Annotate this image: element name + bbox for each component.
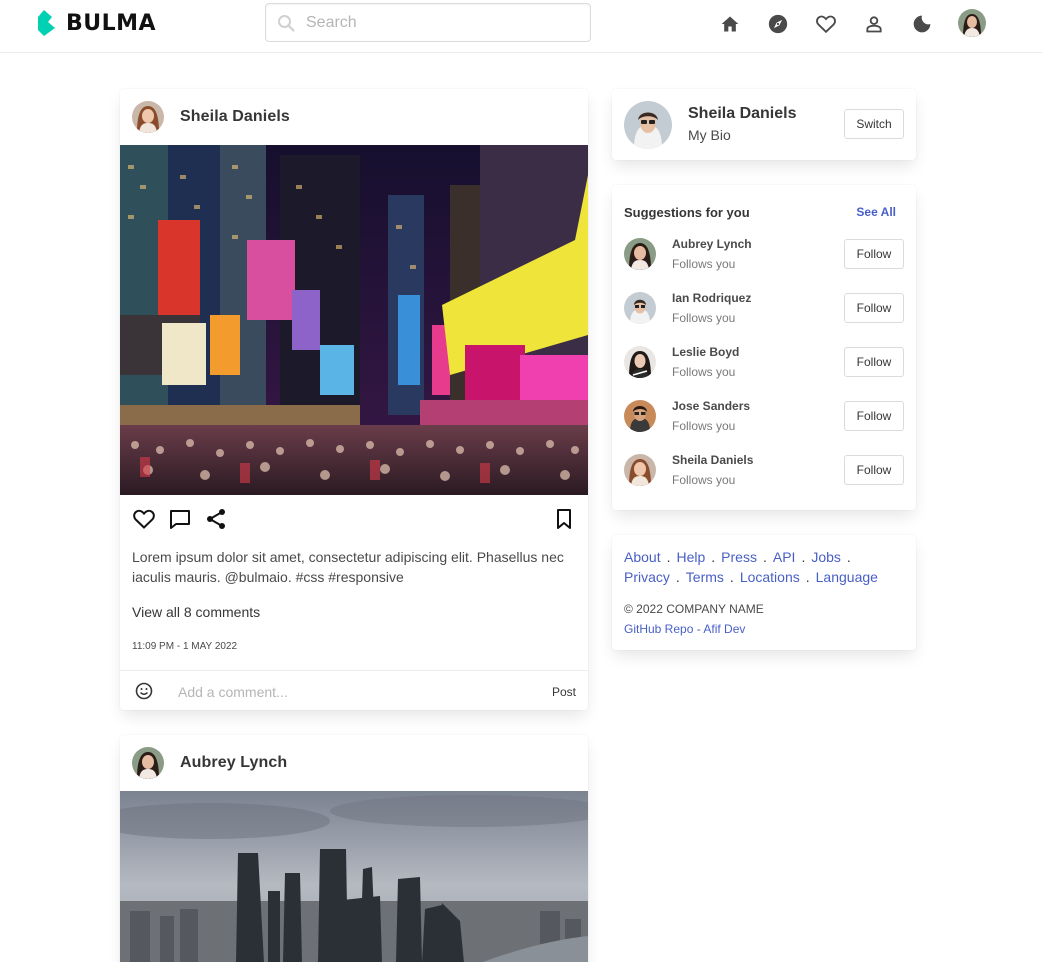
suggestion-item: Sheila Daniels Follows you Follow <box>624 453 904 493</box>
user-icon[interactable] <box>862 12 886 36</box>
suggestion-item: Aubrey Lynch Follows you Follow <box>624 237 904 277</box>
post-timestamp: 11:09 PM - 1 MAY 2022 <box>132 641 238 652</box>
suggestion-item: Leslie Boyd Follows you Follow <box>624 345 904 385</box>
emoji-icon[interactable] <box>135 682 153 700</box>
footer-link-help[interactable]: Help <box>676 549 705 565</box>
footer-card: About. Help. Press. API. Jobs. Privacy. Terms… <box>612 535 916 650</box>
like-heart-icon[interactable] <box>132 507 156 531</box>
nav-icons <box>718 9 986 37</box>
post-caption: Lorem ipsum dolor sit amet, consectetur … <box>132 549 564 585</box>
separator: . <box>762 549 767 565</box>
avatar[interactable] <box>624 454 656 486</box>
share-icon[interactable] <box>204 507 228 531</box>
avatar[interactable] <box>132 101 164 133</box>
suggestion-subtitle: Follows you <box>672 311 736 325</box>
credit-link[interactable]: GitHub Repo - Afif Dev <box>624 622 745 636</box>
brand-name: BULMA <box>66 10 157 36</box>
avatar[interactable] <box>132 747 164 779</box>
separator: . <box>846 549 851 565</box>
post-author-name[interactable]: Aubrey Lynch <box>180 754 287 772</box>
footer-link-press[interactable]: Press <box>721 549 757 565</box>
follow-button[interactable]: Follow <box>844 347 904 377</box>
separator: . <box>801 549 806 565</box>
search-input[interactable] <box>306 4 586 41</box>
avatar[interactable] <box>958 9 986 37</box>
post-image <box>120 791 588 962</box>
suggestion-subtitle: Follows you <box>672 473 736 487</box>
post-author-name[interactable]: Sheila Daniels <box>180 108 290 126</box>
separator: . <box>805 569 810 585</box>
post-image <box>120 145 588 495</box>
comment-bar: Post <box>120 670 588 712</box>
heart-icon[interactable] <box>814 12 838 36</box>
follow-button[interactable]: Follow <box>844 455 904 485</box>
top-navbar: BULMA <box>0 0 1042 53</box>
footer-link-api[interactable]: API <box>773 549 796 565</box>
brand-logo[interactable]: BULMA <box>38 9 156 37</box>
post-card: Aubrey Lynch <box>120 735 588 962</box>
profile-bio: My Bio <box>688 127 731 143</box>
suggestion-name[interactable]: Aubrey Lynch <box>672 237 752 251</box>
suggestion-name[interactable]: Sheila Daniels <box>672 453 753 467</box>
suggestion-item: Ian Rodriquez Follows you Follow <box>624 291 904 331</box>
separator: . <box>711 549 716 565</box>
separator: . <box>729 569 734 585</box>
comment-icon[interactable] <box>168 507 192 531</box>
follow-button[interactable]: Follow <box>844 239 904 269</box>
profile-name[interactable]: Sheila Daniels <box>688 105 797 123</box>
separator: . <box>675 569 680 585</box>
view-comments-link[interactable]: View all 8 comments <box>132 604 260 620</box>
search-icon <box>278 15 295 32</box>
suggestion-name[interactable]: Jose Sanders <box>672 399 750 413</box>
switch-button[interactable]: Switch <box>844 109 904 139</box>
suggestion-item: Jose Sanders Follows you Follow <box>624 399 904 439</box>
copyright-text: © 2022 COMPANY NAME <box>624 602 764 616</box>
avatar[interactable] <box>624 238 656 270</box>
post-card: Sheila Daniels Lorem ipsum dolor sit ame… <box>120 89 588 710</box>
footer-link-jobs[interactable]: Jobs <box>811 549 841 565</box>
footer-link-language[interactable]: Language <box>816 569 878 585</box>
separator: . <box>666 549 671 565</box>
footer-link-privacy[interactable]: Privacy <box>624 569 670 585</box>
post-actions <box>132 507 576 531</box>
post-header: Sheila Daniels <box>120 89 588 145</box>
footer-link-terms[interactable]: Terms <box>686 569 724 585</box>
search-box <box>265 3 591 42</box>
bookmark-icon[interactable] <box>552 507 576 531</box>
footer-link-about[interactable]: About <box>624 549 661 565</box>
footer-link-locations[interactable]: Locations <box>740 569 800 585</box>
moon-icon[interactable] <box>910 12 934 36</box>
home-icon[interactable] <box>718 12 742 36</box>
follow-button[interactable]: Follow <box>844 293 904 323</box>
post-comment-button[interactable]: Post <box>552 685 576 699</box>
comment-input[interactable] <box>178 679 538 705</box>
suggestion-subtitle: Follows you <box>672 365 736 379</box>
suggestion-subtitle: Follows you <box>672 257 736 271</box>
suggestions-title: Suggestions for you <box>624 205 750 220</box>
suggestion-subtitle: Follows you <box>672 419 736 433</box>
see-all-link[interactable]: See All <box>856 205 896 219</box>
profile-card: Sheila Daniels My Bio Switch <box>612 89 916 160</box>
bulma-logo-icon <box>38 10 55 36</box>
avatar[interactable] <box>624 292 656 324</box>
follow-button[interactable]: Follow <box>844 401 904 431</box>
footer-links: About. Help. Press. API. Jobs. Privacy. Terms… <box>624 547 914 587</box>
compass-icon[interactable] <box>766 12 790 36</box>
avatar[interactable] <box>624 400 656 432</box>
avatar[interactable] <box>624 101 672 149</box>
suggestions-card: Suggestions for you See All Aubrey Lynch… <box>612 185 916 510</box>
avatar[interactable] <box>624 346 656 378</box>
post-header: Aubrey Lynch <box>120 735 588 791</box>
suggestion-name[interactable]: Ian Rodriquez <box>672 291 751 305</box>
suggestion-name[interactable]: Leslie Boyd <box>672 345 739 359</box>
